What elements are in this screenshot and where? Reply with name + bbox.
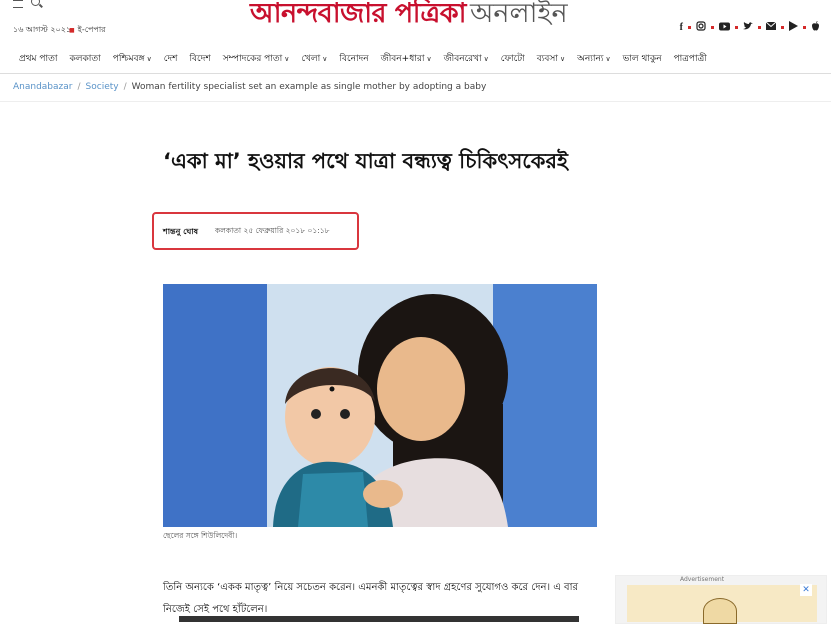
header-date: ১৬ আগস্ট ২০২১ bbox=[13, 25, 72, 34]
mail-icon[interactable] bbox=[765, 21, 777, 33]
nav-item-label: খেলা bbox=[301, 54, 321, 64]
nav-item[interactable]: সম্পাদকের পাতা ∨ bbox=[223, 51, 290, 66]
nav-item-label: ভাল থাকুন bbox=[622, 54, 662, 64]
breadcrumb-separator: / bbox=[123, 82, 127, 92]
nav-item-label: অন্যান্য bbox=[577, 54, 604, 64]
article-headline: ‘একা মা’ হওয়ার পথে যাত্রা বন্ধ্যত্ব চিক… bbox=[163, 149, 568, 173]
chevron-down-icon: ∨ bbox=[284, 54, 290, 63]
epaper-link[interactable]: ই-পেপার bbox=[69, 24, 106, 37]
nav-item-label: দেশ bbox=[163, 54, 178, 64]
article-photo bbox=[163, 284, 597, 527]
nav-item[interactable]: পাত্রপাত্রী bbox=[674, 51, 707, 66]
ad-close-icon[interactable]: ✕ bbox=[800, 584, 812, 596]
nav-item-label: বিদেশ bbox=[189, 54, 211, 64]
nav-item[interactable]: জীবন+ধারা ∨ bbox=[381, 51, 432, 66]
breadcrumb: Anandabazar / Society / Woman fertility spec… bbox=[13, 82, 486, 92]
chevron-down-icon: ∨ bbox=[559, 54, 566, 63]
breadcrumb-current: Woman fertility specialist set an exampl… bbox=[131, 82, 487, 92]
nav-item[interactable]: ভাল থাকুন bbox=[623, 51, 662, 66]
menu-icon[interactable] bbox=[13, 0, 23, 8]
instagram-icon[interactable] bbox=[696, 21, 706, 34]
article-dateline: কলকাতা ২৫ ফেব্রুয়ারি ২০১৮ ০১:১৮ bbox=[215, 226, 330, 235]
photo-caption: ছেলের সঙ্গে শিউলিদেবী। bbox=[163, 531, 238, 540]
photo-illustration bbox=[163, 284, 597, 527]
nav-item[interactable]: পশ্চিমবঙ্গ ∨ bbox=[113, 51, 152, 66]
site-logo[interactable]: আনন্দবাজার পত্রিকা অনলাইন bbox=[250, 0, 568, 38]
article-paragraph: তিনি অন্যকে ‘একক মাতৃত্ব’ নিয়ে সচেতন কর… bbox=[163, 582, 578, 615]
nav-item[interactable]: অন্যান্য ∨ bbox=[577, 51, 611, 66]
chevron-down-icon: ∨ bbox=[322, 54, 328, 63]
nav-item[interactable]: বিনোদন bbox=[339, 51, 368, 66]
social-links: f bbox=[677, 21, 823, 34]
nav-item[interactable]: দেশ bbox=[164, 51, 178, 66]
twitter-icon[interactable] bbox=[743, 21, 753, 34]
nav-item[interactable]: ফোটো bbox=[501, 51, 525, 66]
social-separator bbox=[711, 26, 714, 29]
article-author[interactable]: শান্তনু ঘোষ bbox=[163, 226, 198, 239]
logo-red-text: আনন্দবাজার পত্রিকা bbox=[250, 0, 466, 29]
embedded-image-top bbox=[179, 616, 579, 622]
nav-item-label: ব্যবসা bbox=[536, 54, 558, 64]
nav-item-label: জীবনরেখা bbox=[443, 54, 482, 64]
nav-item-label: কলকাতা bbox=[69, 54, 101, 64]
apple-icon[interactable] bbox=[811, 21, 820, 34]
logo-gray-text: অনলাইন bbox=[469, 0, 568, 29]
ad-crest-logo bbox=[703, 598, 737, 624]
nav-item-label: ফোটো bbox=[500, 54, 525, 64]
youtube-icon[interactable] bbox=[719, 22, 730, 34]
social-separator bbox=[781, 26, 784, 29]
nav-item[interactable]: কলকাতা bbox=[70, 51, 101, 66]
nav-item-label: পাত্রপাত্রী bbox=[673, 54, 707, 64]
search-icon[interactable] bbox=[31, 0, 40, 6]
nav-item[interactable]: প্রথম পাতা bbox=[19, 51, 58, 66]
chevron-down-icon: ∨ bbox=[426, 54, 432, 63]
nav-item-label: সম্পাদকের পাতা bbox=[222, 54, 283, 64]
ad-label: Advertisement bbox=[680, 576, 725, 583]
nav-item-label: পশ্চিমবঙ্গ bbox=[112, 54, 145, 64]
social-separator bbox=[758, 26, 761, 29]
social-separator bbox=[803, 26, 806, 29]
nav-item[interactable]: বিদেশ bbox=[189, 51, 210, 66]
nav-item-label: বিনোদন bbox=[339, 54, 369, 64]
breadcrumb-home[interactable]: Anandabazar bbox=[13, 82, 72, 92]
chevron-down-icon: ∨ bbox=[146, 54, 152, 63]
social-separator bbox=[735, 26, 738, 29]
breadcrumb-separator: / bbox=[77, 82, 81, 92]
nav-item-label: প্রথম পাতা bbox=[19, 54, 58, 64]
facebook-icon[interactable]: f bbox=[680, 22, 683, 33]
chevron-down-icon: ∨ bbox=[605, 54, 611, 63]
nav-item-label: জীবন+ধারা bbox=[380, 54, 425, 64]
breadcrumb-divider bbox=[0, 101, 831, 102]
play-store-icon[interactable] bbox=[789, 21, 798, 34]
breadcrumb-section[interactable]: Society bbox=[86, 82, 119, 92]
nav-item[interactable]: জীবনরেখা ∨ bbox=[444, 51, 489, 66]
chevron-down-icon: ∨ bbox=[483, 54, 489, 63]
social-separator bbox=[688, 26, 691, 29]
main-nav: প্রথম পাতা কলকাতা পশ্চিমবঙ্গ ∨ দেশ বিদেশ সম্পা… bbox=[0, 44, 831, 74]
nav-item[interactable]: ব্যবসা ∨ bbox=[537, 51, 565, 66]
nav-item[interactable]: খেলা ∨ bbox=[301, 51, 327, 66]
